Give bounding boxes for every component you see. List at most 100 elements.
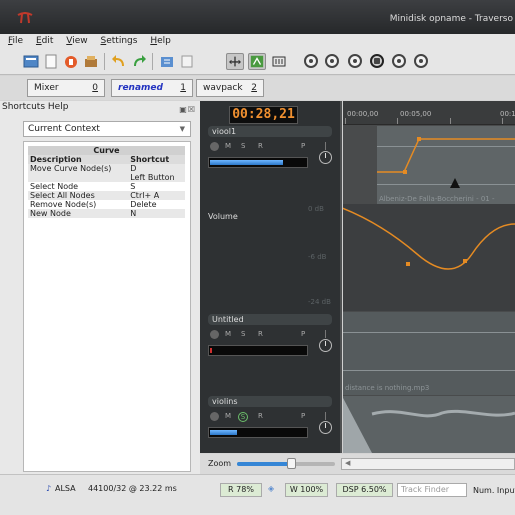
import-audio-icon[interactable] <box>158 53 176 70</box>
zoom-slider[interactable] <box>237 458 335 469</box>
disk-icon: ◈ <box>268 484 275 493</box>
mute-button[interactable]: M <box>225 330 231 338</box>
menu-help[interactable]: Help <box>150 34 171 48</box>
table-row: New Node N <box>28 209 185 218</box>
knob-stem <box>325 142 326 150</box>
redo-icon[interactable] <box>130 53 148 70</box>
menu-view[interactable]: View <box>66 34 87 48</box>
music-note-icon: ♪ <box>46 484 52 493</box>
audio-clip[interactable]: distance is nothing.mp3 <box>342 312 515 395</box>
table-cell: Remove Node(s) <box>30 200 97 209</box>
track-finder-input[interactable]: Track Finder <box>397 483 467 497</box>
table-cell: Select Node <box>30 182 79 191</box>
horizontal-scrollbar[interactable]: ◀ <box>341 458 515 470</box>
ruler-tick-label: 00:1 <box>500 110 515 118</box>
tab-label: wavpack <box>203 83 243 93</box>
tab-mixer[interactable]: Mixer 0 <box>27 79 105 97</box>
time-ruler[interactable]: 00:00,00 00:05,00 00:1 <box>342 101 515 125</box>
record-button[interactable]: R <box>258 142 263 150</box>
record-button[interactable]: R <box>258 412 263 420</box>
track-panel-viool1[interactable]: viool1 M S R P <box>208 126 332 206</box>
table-row: Move Curve Node(s) D Left Button <box>28 164 185 182</box>
menu-bar: File Edit View Settings Help <box>0 34 515 48</box>
record-arm-icon[interactable] <box>210 330 219 339</box>
timeline-view[interactable]: 00:00,00 00:05,00 00:1 Albeniz-De Falla-… <box>342 101 515 453</box>
stop-icon[interactable] <box>370 54 384 68</box>
level-meter-fill <box>210 430 237 435</box>
mute-button[interactable]: M <box>225 142 231 150</box>
to-start-icon[interactable] <box>304 54 318 68</box>
menu-file[interactable]: File <box>8 34 23 48</box>
shortcuts-help-panel: Shortcuts Help ▣☒ Current Context ▼ Curv… <box>0 101 200 474</box>
scroll-left-icon[interactable]: ◀ <box>345 459 350 467</box>
ruler-tick <box>450 118 451 124</box>
pan-knob[interactable] <box>319 421 332 434</box>
open-project-icon[interactable] <box>42 53 60 70</box>
tab-renamed[interactable]: renamed 1 <box>111 79 193 97</box>
ruler-tick <box>502 118 503 124</box>
playhead-line[interactable] <box>342 101 343 453</box>
restore-icon[interactable] <box>178 53 196 70</box>
follow-playhead-icon[interactable] <box>248 53 266 70</box>
audio-clip[interactable]: Albeniz-De Falla-Boccherini - 01 - <box>377 126 515 204</box>
toolbar <box>0 48 515 75</box>
new-project-icon[interactable] <box>22 53 40 70</box>
pan-knob[interactable] <box>319 339 332 352</box>
snap-icon[interactable] <box>226 53 244 70</box>
menu-settings[interactable]: Settings <box>101 34 138 48</box>
knob-stem <box>325 330 326 338</box>
zoom-slider-fill <box>237 462 291 466</box>
table-cell: S <box>130 182 136 191</box>
solo-button[interactable]: S <box>241 330 245 338</box>
rewind-icon[interactable] <box>325 54 339 68</box>
play-icon[interactable] <box>348 54 362 68</box>
track-panel-violins[interactable]: violins M S R P <box>208 396 332 451</box>
knob-stem <box>325 412 326 420</box>
record-arm-icon[interactable] <box>210 412 219 421</box>
fade-curve[interactable] <box>377 126 515 204</box>
solo-button[interactable]: S <box>241 142 245 150</box>
table-caption: Curve <box>28 146 185 155</box>
volume-curve[interactable] <box>342 204 515 311</box>
to-end-icon[interactable] <box>414 54 428 68</box>
db-label: -6 dB <box>308 253 327 261</box>
level-meter <box>208 345 308 356</box>
forward-icon[interactable] <box>392 54 406 68</box>
clip-name: distance is nothing.mp3 <box>345 384 430 392</box>
table-cell: Ctrl+ A <box>128 191 185 200</box>
audio-driver[interactable]: ALSA <box>55 484 76 493</box>
project-tab-bar: Mixer 0 renamed 1 wavpack 2 <box>0 76 515 100</box>
context-select[interactable]: Current Context ▼ <box>23 121 191 137</box>
track-panel-untitled[interactable]: Untitled M S R P <box>208 314 332 384</box>
float-close-icon[interactable]: ▣☒ <box>179 103 196 116</box>
waveform <box>342 396 515 453</box>
undo-icon[interactable] <box>110 53 128 70</box>
curve-label: Volume <box>208 212 238 221</box>
track-name[interactable]: viool1 <box>208 126 332 137</box>
table-cell: Move Curve Node(s) <box>28 164 129 182</box>
ruler-tick-label: 00:05,00 <box>400 110 432 118</box>
track-name[interactable]: Untitled <box>208 314 332 325</box>
tab-number: 0 <box>92 83 98 93</box>
mute-button[interactable]: M <box>225 412 231 420</box>
pan-label: P <box>301 412 306 420</box>
ruler-tick <box>345 118 346 124</box>
record-button[interactable]: R <box>258 330 263 338</box>
window-title: Minidisk opname - Traverso <box>389 14 513 24</box>
export-icon[interactable] <box>82 53 100 70</box>
audio-clip[interactable] <box>342 396 515 453</box>
zoom-slider-handle[interactable] <box>287 458 296 469</box>
track-name[interactable]: violins <box>208 396 332 407</box>
shortcuts-table-area: Curve Description Shortcut Move Curve No… <box>23 141 191 472</box>
pan-knob[interactable] <box>319 151 332 164</box>
read-buffer-status: R 78% <box>220 483 262 497</box>
audio-info: 44100/32 @ 23.22 ms <box>88 484 177 493</box>
menu-edit[interactable]: Edit <box>36 34 53 48</box>
zoom-label: Zoom <box>208 459 232 468</box>
tab-number: 1 <box>180 83 186 93</box>
record-arm-icon[interactable] <box>210 142 219 151</box>
crop-icon[interactable] <box>270 53 288 70</box>
solo-button-active[interactable]: S <box>238 412 248 422</box>
record-settings-icon[interactable] <box>62 53 80 70</box>
tab-wavpack[interactable]: wavpack 2 <box>196 79 264 97</box>
